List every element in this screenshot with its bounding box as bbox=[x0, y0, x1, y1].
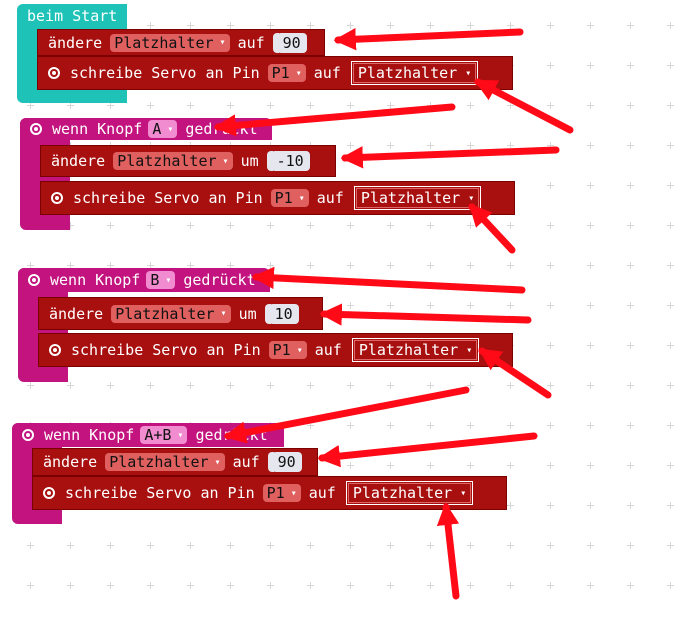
arrow-start-value bbox=[333, 28, 524, 51]
arrow-b-variable bbox=[478, 347, 552, 399]
arrow-b-button bbox=[251, 266, 526, 294]
annotation-arrows bbox=[213, 28, 574, 600]
arrow-start-variable bbox=[474, 78, 574, 134]
arrow-ab-button bbox=[223, 386, 470, 444]
arrow-a-variable bbox=[468, 203, 516, 254]
arrow-ab-value bbox=[317, 432, 538, 468]
arrow-a-button bbox=[213, 103, 456, 137]
arrow-b-value bbox=[319, 303, 532, 326]
arrow-a-value bbox=[340, 146, 560, 169]
arrow-ab-variable bbox=[436, 502, 460, 600]
